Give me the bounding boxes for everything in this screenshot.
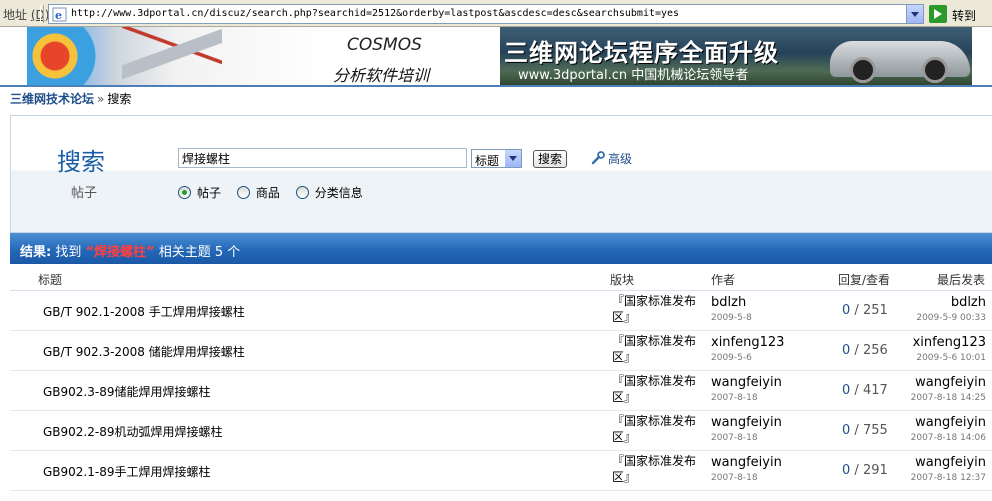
forum-link[interactable]: 『国家标准发布区』 [612,413,702,445]
forum-link[interactable]: 『国家标准发布区』 [612,293,702,325]
last-post-date: 2007-8-18 12:37 [910,473,986,483]
results-keyword: “焊接螺柱” [85,245,155,260]
thread-title-link[interactable]: GB902.3-89储能焊用焊接螺柱 [43,383,211,400]
last-post-date: 2009-5-6 10:01 [916,353,986,363]
scope-classifieds[interactable]: 分类信息 [295,184,363,201]
ad-upgrade-title: 三维网论坛程序全面升级 [504,39,779,67]
ad-car-image [830,41,970,83]
results-header: 结果: 找到 “焊接螺柱” 相关主题 5 个 [10,233,992,264]
author-link[interactable]: wangfeiyin [711,455,782,470]
radio-icon[interactable] [295,186,309,199]
last-poster-link[interactable]: xinfeng123 [913,335,986,350]
col-stats: 回复/查看 [838,273,891,287]
ad-simulation-graphic [27,27,97,85]
scope-posts[interactable]: 帖子 [178,184,221,201]
banner: COSMOS 分析软件培训 三维网论坛程序全面升级 www.3dportal.c… [0,27,992,87]
post-date: 2009-5-6 [711,353,752,363]
breadcrumb-home-link[interactable]: 三维网技术论坛 [10,92,94,106]
col-author: 作者 [711,273,736,287]
last-post-date: 2007-8-18 14:06 [910,433,986,443]
post-date: 2007-8-18 [711,473,758,483]
search-field-label: 标题 [475,154,500,168]
ad-cosmos-training[interactable]: COSMOS 分析软件培训 [27,27,497,85]
scope-goods[interactable]: 商品 [236,184,280,201]
breadcrumb-separator: » [97,92,105,106]
radio-selected-icon[interactable] [178,186,191,199]
last-poster-link[interactable]: bdlzh [951,295,986,310]
results-summary: 结果: 找到 “焊接螺柱” 相关主题 5 个 [20,245,241,260]
breadcrumb-current: 搜索 [107,92,132,106]
table-row: GB/T 902.1-2008 手工焊用焊接螺柱 『国家标准发布区』 bdlzh… [10,291,992,331]
wrench-icon [591,151,605,165]
ad-cosmos-subtitle: 分析软件培训 [333,66,430,85]
banner-divider [0,85,992,87]
address-input[interactable]: e http://www.3dportal.cn/discuz/search.p… [48,4,924,24]
search-button[interactable]: 搜索 [533,150,567,168]
col-forum: 版块 [610,273,635,287]
search-panel: 搜索 帖子 标题 搜索 高级 帖子 商品 分类信息 [10,115,992,233]
post-date: 2007-8-18 [711,433,758,443]
go-label: 转到 [952,9,977,23]
reply-view-count: 0 / 417 [842,383,888,398]
author-link[interactable]: wangfeiyin [711,415,782,430]
last-poster-link[interactable]: wangfeiyin [915,415,986,430]
reply-view-count: 0 / 291 [842,463,888,478]
last-poster-link[interactable]: wangfeiyin [915,455,986,470]
go-arrow-icon [929,5,947,23]
go-button[interactable]: 转到 [928,4,988,24]
radio-icon[interactable] [236,186,250,199]
thread-title-link[interactable]: GB902.1-89手工焊用焊接螺柱 [43,463,211,480]
search-field-select[interactable]: 标题 [471,149,522,168]
search-scope-group: 帖子 商品 分类信息 [178,184,375,201]
search-subheading: 帖子 [71,186,98,201]
table-row: GB902.3-89储能焊用焊接螺柱 『国家标准发布区』 wangfeiyin … [10,371,992,411]
post-date: 2007-8-18 [711,393,758,403]
author-link[interactable]: wangfeiyin [711,375,782,390]
author-link[interactable]: bdlzh [711,295,746,310]
table-row: GB/T 902.3-2008 储能焊用焊接螺柱 『国家标准发布区』 xinfe… [10,331,992,371]
table-row: GB902.1-89手工焊用焊接螺柱 『国家标准发布区』 wangfeiyin … [10,451,992,491]
col-title: 标题 [38,273,63,287]
address-url[interactable]: http://www.3dportal.cn/discuz/search.php… [71,8,679,19]
results-table-header: 标题 版块 作者 回复/查看 最后发表 [10,266,992,291]
author-link[interactable]: xinfeng123 [711,335,784,350]
address-dropdown-button[interactable] [906,5,923,23]
last-post-date: 2009-5-9 00:33 [916,313,986,323]
forum-link[interactable]: 『国家标准发布区』 [612,333,702,365]
last-poster-link[interactable]: wangfeiyin [915,375,986,390]
ad-part-graphic [122,27,222,85]
advanced-search-link[interactable]: 高级 [591,150,632,167]
forum-link[interactable]: 『国家标准发布区』 [612,453,702,485]
thread-title-link[interactable]: GB/T 902.3-2008 储能焊用焊接螺柱 [43,343,245,360]
post-date: 2009-5-8 [711,313,752,323]
toolbar-grip[interactable] [40,5,44,23]
breadcrumb: 三维网技术论坛» 搜索 [10,90,131,107]
advanced-search-label: 高级 [608,152,633,166]
chevron-down-icon[interactable] [505,150,521,167]
results-count: 5 个 [214,245,241,260]
ad-cosmos-title: COSMOS [347,35,422,55]
search-input[interactable] [178,148,467,168]
ad-upgrade-subtitle: www.3dportal.cn 中国机械论坛领导者 [518,68,749,83]
ad-forum-upgrade[interactable]: 三维网论坛程序全面升级 www.3dportal.cn 中国机械论坛领导者 [500,27,972,85]
reply-view-count: 0 / 251 [842,303,888,318]
svg-text:e: e [55,9,62,22]
reply-view-count: 0 / 755 [842,423,888,438]
thread-title-link[interactable]: GB902.2-89机动弧焊用焊接螺柱 [43,423,223,440]
thread-title-link[interactable]: GB/T 902.1-2008 手工焊用焊接螺柱 [43,303,245,320]
table-row: GB902.2-89机动弧焊用焊接螺柱 『国家标准发布区』 wangfeiyin… [10,411,992,451]
search-heading: 搜索 [57,148,105,176]
ie-page-icon: e [52,7,67,22]
forum-link[interactable]: 『国家标准发布区』 [612,373,702,405]
reply-view-count: 0 / 256 [842,343,888,358]
address-bar: 地址 (D) e http://www.3dportal.cn/discuz/s… [0,0,992,27]
col-last: 最后发表 [937,273,986,287]
last-post-date: 2007-8-18 14:25 [910,393,986,403]
